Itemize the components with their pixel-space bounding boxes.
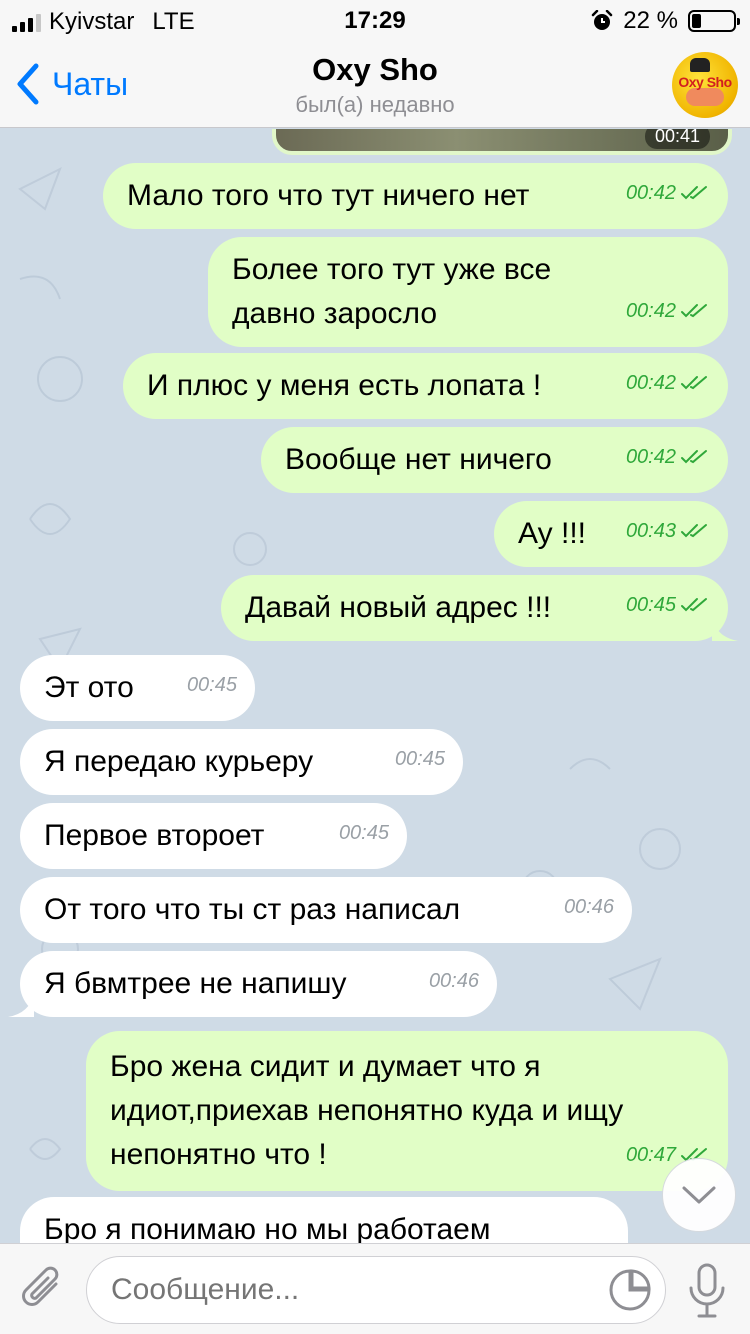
microphone-icon[interactable]: [684, 1262, 730, 1320]
composer: [0, 1243, 750, 1334]
message-meta: 00:45: [187, 663, 237, 707]
message-meta: 00:46: [429, 959, 479, 1003]
message-time: 00:47: [625, 1144, 676, 1166]
message-meta: 00:42: [626, 435, 710, 479]
incoming-message[interactable]: Я бвмтрее не напишу 00:46: [8, 951, 497, 1017]
message-time: 00:43: [625, 520, 676, 542]
incoming-message[interactable]: Эт ото 00:45: [20, 655, 255, 721]
message-meta: 00:45: [339, 811, 389, 855]
message-text: И плюс у меня есть лопата !: [147, 369, 542, 402]
bubble-tail: [712, 617, 738, 641]
read-checkmarks-icon: [681, 450, 707, 464]
message-meta: 00:42: [626, 289, 710, 333]
outgoing-message[interactable]: Более того тут уже все давно заросло 00:4…: [208, 237, 728, 347]
message-text: Мало того что тут ничего нет: [127, 179, 530, 212]
message-meta: 00:42: [626, 171, 710, 215]
message-meta: 00:45: [395, 737, 445, 781]
message-time: 00:45: [394, 748, 445, 770]
incoming-message[interactable]: Я передаю курьеру 00:45: [20, 729, 463, 795]
read-checkmarks-icon: [681, 376, 707, 390]
outgoing-message[interactable]: Ау !!! 00:43: [494, 501, 728, 567]
message-text: Эт ото: [44, 671, 134, 704]
message-text: Бро жена сидит и думает что я идиот,прие…: [110, 1050, 624, 1171]
paperclip-icon[interactable]: [18, 1262, 68, 1318]
message-text: Бро я понимаю но мы работаем до: [44, 1213, 491, 1243]
message-time: 00:42: [625, 182, 676, 204]
incoming-message[interactable]: От того что ты ст раз написал 00:46: [20, 877, 632, 943]
message-text: Первое второет: [44, 819, 265, 852]
avatar[interactable]: Oxy Sho: [672, 52, 738, 118]
battery-percent: 22 %: [623, 7, 678, 34]
read-checkmarks-icon: [681, 186, 707, 200]
message-meta: 00:46: [564, 885, 614, 929]
scroll-to-bottom-button[interactable]: [662, 1158, 736, 1232]
message-text: Я передаю курьеру: [44, 745, 314, 778]
outgoing-message[interactable]: Вообще нет ничего 00:42: [261, 427, 728, 493]
avatar-hat-shape: [690, 58, 710, 72]
message-time: 00:45: [186, 674, 237, 696]
message-text: Вообще нет ничего: [285, 443, 552, 476]
battery-icon: [688, 10, 740, 32]
alarm-icon: [592, 10, 613, 30]
battery-fill: [692, 14, 701, 28]
message-time: 00:42: [625, 372, 676, 394]
message-text: Я бвмтрее не напишу: [44, 967, 347, 1000]
status-right: 22 %: [591, 7, 740, 35]
outgoing-message[interactable]: Мало того что тут ничего нет 00:42: [103, 163, 728, 229]
message-input[interactable]: [86, 1256, 666, 1324]
message-meta: 00:42: [626, 361, 710, 405]
sticker-icon[interactable]: [608, 1268, 652, 1312]
message-meta: 00:45: [626, 583, 710, 627]
incoming-message[interactable]: Бро я понимаю но мы работаем до: [20, 1197, 628, 1243]
message-time: 00:45: [625, 594, 676, 616]
avatar-face-shape: [686, 88, 724, 106]
message-text: От того что ты ст раз написал: [44, 893, 461, 926]
message-text: Ау !!!: [518, 517, 587, 550]
last-seen-status: был(а) недавно: [295, 92, 455, 117]
read-checkmarks-icon: [681, 524, 707, 538]
chevron-down-icon: [682, 1186, 716, 1204]
photo-message[interactable]: 00:41: [272, 129, 732, 155]
chat-title[interactable]: Oxy Sho: [0, 52, 750, 88]
message-text: Более того тут уже все давно заросло: [232, 253, 552, 330]
outgoing-message[interactable]: Давай новый адрес !!! 00:45: [221, 575, 738, 641]
message-time: 00:42: [625, 446, 676, 468]
message-time: 00:46: [428, 970, 479, 992]
message-text: Давай новый адрес !!!: [245, 591, 552, 624]
message-time: 00:45: [338, 822, 389, 844]
outgoing-message[interactable]: Бро жена сидит и думает что я идиот,прие…: [86, 1031, 728, 1191]
bubble-tail: [8, 993, 34, 1017]
message-time: 00:46: [563, 896, 614, 918]
incoming-message[interactable]: Первое второет 00:45: [20, 803, 407, 869]
avatar-logo-text: Oxy Sho: [678, 74, 732, 90]
message-list[interactable]: 00:41 Мало того что тут ничего нет 00:42 Б…: [0, 129, 750, 1243]
read-checkmarks-icon: [681, 304, 707, 318]
read-checkmarks-icon: [681, 598, 707, 612]
message-meta: 00:43: [626, 509, 710, 553]
chat-header: Чаты Oxy Sho был(а) недавно Oxy Sho: [0, 40, 750, 128]
photo-time: 00:41: [644, 129, 710, 149]
status-bar: Kyivstar LTE 17:29 22 %: [0, 0, 750, 40]
message-time: 00:42: [625, 300, 676, 322]
outgoing-message[interactable]: И плюс у меня есть лопата ! 00:42: [123, 353, 728, 419]
